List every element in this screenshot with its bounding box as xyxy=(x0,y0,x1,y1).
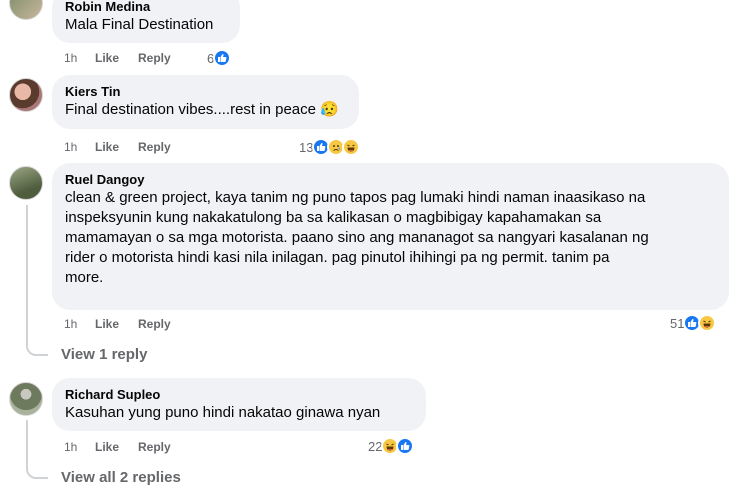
comment-text-line: more. xyxy=(65,269,104,286)
haha-icon xyxy=(698,314,717,332)
reaction-summary[interactable]: 13 xyxy=(299,137,361,157)
view-replies-link[interactable]: View all 2 replies xyxy=(61,469,181,486)
avatar[interactable] xyxy=(9,78,43,112)
comment-time[interactable]: 1h xyxy=(64,317,95,331)
avatar[interactable] xyxy=(9,166,43,200)
commenter-name[interactable]: Robin Medina xyxy=(65,0,227,15)
like-icon xyxy=(396,437,415,455)
avatar[interactable] xyxy=(9,0,43,20)
reaction-count: 51 xyxy=(670,315,685,331)
comment-actions: 1h Like Reply xyxy=(64,316,171,332)
reaction-summary[interactable]: 6 xyxy=(207,48,232,68)
commenter-name[interactable]: Ruel Dangoy xyxy=(65,171,716,188)
reaction-count: 13 xyxy=(299,139,314,155)
commenter-name[interactable]: Richard Supleo xyxy=(65,386,413,403)
reply-button[interactable]: Reply xyxy=(138,140,171,154)
comment-actions: 1h Like Reply xyxy=(64,439,171,455)
reaction-summary[interactable]: 22 xyxy=(368,436,415,456)
comment-actions: 1h Like Reply xyxy=(64,50,171,66)
thread-line xyxy=(26,205,28,345)
avatar[interactable] xyxy=(9,382,43,416)
like-button[interactable]: Like xyxy=(95,51,138,65)
comment-text: Final destination vibes....rest in peace… xyxy=(65,101,339,118)
commenter-name[interactable]: Kiers Tin xyxy=(65,83,346,100)
like-button[interactable]: Like xyxy=(95,317,138,331)
haha-icon xyxy=(342,138,361,156)
reply-button[interactable]: Reply xyxy=(138,317,171,331)
comment-time[interactable]: 1h xyxy=(64,51,95,65)
comment-time[interactable]: 1h xyxy=(64,440,95,454)
comment-text-line: clean & green project, kaya tanim ng pun… xyxy=(65,189,646,206)
thread-connector xyxy=(26,344,48,356)
comment-bubble: Kiers Tin Final destination vibes....res… xyxy=(52,75,359,129)
like-icon xyxy=(213,49,232,67)
reaction-count: 22 xyxy=(368,438,383,454)
comment-bubble: Richard Supleo Kasuhan yung puno hindi n… xyxy=(52,378,426,431)
reply-button[interactable]: Reply xyxy=(138,440,171,454)
thread-line xyxy=(26,420,28,468)
like-button[interactable]: Like xyxy=(95,140,138,154)
view-replies-link[interactable]: View 1 reply xyxy=(61,346,147,363)
reaction-summary[interactable]: 51 xyxy=(670,313,717,333)
comment-text-line: mamamayan o sa mga motorista. paano sino… xyxy=(65,229,649,246)
like-button[interactable]: Like xyxy=(95,440,138,454)
reply-button[interactable]: Reply xyxy=(138,51,171,65)
comment-text-line: inspeksyunin kung nakakatulong ba sa kal… xyxy=(65,209,602,226)
comment-bubble: Ruel Dangoy clean & green project, kaya … xyxy=(52,163,729,310)
comment-time[interactable]: 1h xyxy=(64,140,95,154)
thread-connector xyxy=(26,467,48,479)
comment-bubble: Robin Medina Mala Final Destination xyxy=(52,0,240,43)
comment-text: Kasuhan yung puno hindi nakatao ginawa n… xyxy=(65,404,381,421)
comment-actions: 1h Like Reply xyxy=(64,139,171,155)
comment-text: Mala Final Destination xyxy=(65,16,214,33)
comment-text-line: rider o motorista hindi kasi nila inilag… xyxy=(65,249,610,266)
